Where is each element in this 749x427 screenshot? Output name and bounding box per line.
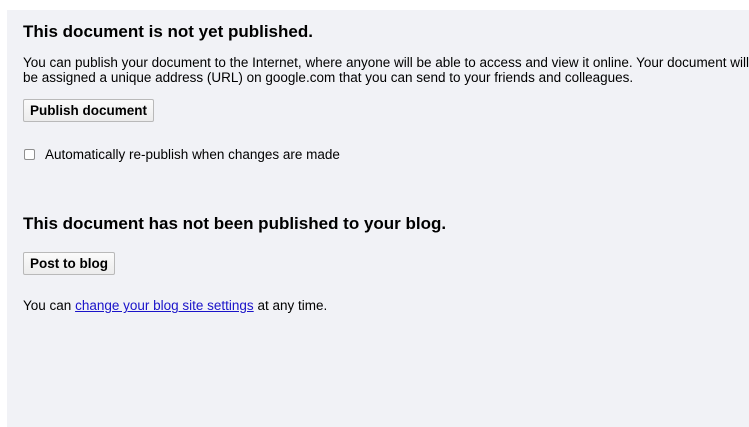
blog-settings-text: You can change your blog site settings a… <box>23 298 749 313</box>
auto-republish-checkbox[interactable] <box>24 148 35 160</box>
blog-section: This document has not been published to … <box>23 214 749 313</box>
blog-settings-prefix: You can <box>23 298 76 313</box>
blog-settings-suffix: at any time. <box>253 298 328 313</box>
post-to-blog-button[interactable]: Post to blog <box>23 252 115 275</box>
auto-republish-label[interactable]: Automatically re-publish when changes ar… <box>45 147 340 162</box>
publish-description: You can publish your document to the Int… <box>23 55 749 85</box>
blog-settings-link[interactable]: change your blog site settings <box>75 298 254 313</box>
publish-settings-panel: This document is not yet published. You … <box>7 10 749 427</box>
publish-document-button[interactable]: Publish document <box>23 99 155 122</box>
publish-section: This document is not yet published. You … <box>23 22 749 162</box>
publish-heading: This document is not yet published. <box>23 22 313 41</box>
auto-republish-row[interactable]: Automatically re-publish when changes ar… <box>23 146 749 162</box>
publish-button-wrap: Publish document <box>23 99 749 122</box>
blog-button-wrap: Post to blog <box>23 252 749 275</box>
blog-heading: This document has not been published to … <box>23 214 447 233</box>
